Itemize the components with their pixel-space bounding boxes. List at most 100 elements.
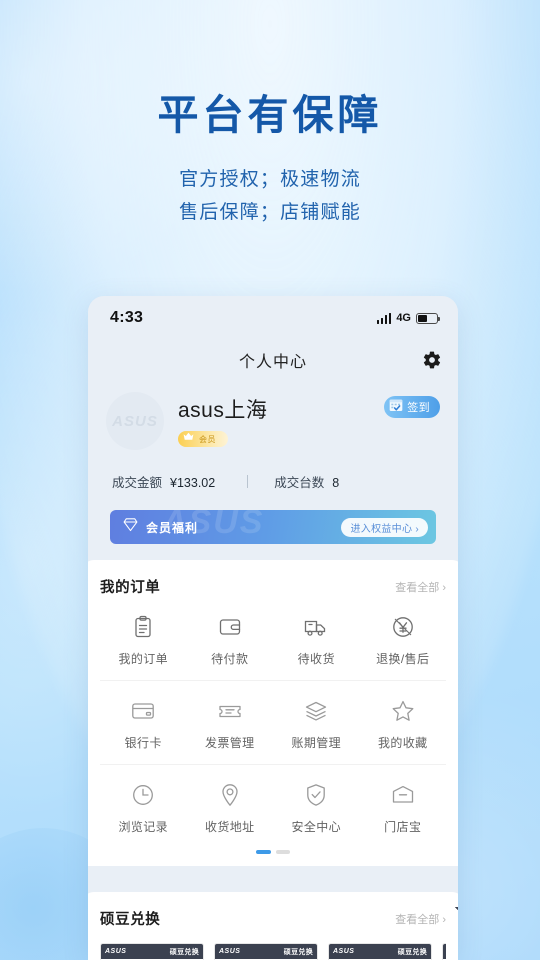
hero-subtitle: 官方授权；极速物流 售后保障；店铺赋能 bbox=[0, 163, 540, 230]
grid-label: 账期管理 bbox=[291, 736, 342, 750]
grid-label: 安全中心 bbox=[291, 820, 342, 834]
grid-label: 待付款 bbox=[211, 652, 249, 666]
orders-grid-row-2: 银行卡 发票管理 账期管理 我的收藏 bbox=[100, 681, 446, 765]
layers-icon bbox=[303, 698, 329, 724]
stat-count-label: 成交台数 bbox=[274, 475, 325, 490]
clipboard-icon bbox=[130, 614, 156, 640]
grid-item-invoice-management[interactable]: 发票管理 bbox=[187, 681, 274, 764]
member-benefits-banner[interactable]: 会员福利 进入权益中心 › bbox=[110, 510, 436, 544]
my-orders-header: 我的订单 查看全部 › bbox=[100, 576, 446, 597]
brand-logo: ASUS bbox=[333, 948, 355, 955]
phone-mockup: 4:33 4G 个人中心 ASUS asus上海 会员 签到 成交金额 ¥133… bbox=[88, 296, 458, 960]
grid-item-pending-payment[interactable]: 待付款 bbox=[187, 597, 274, 680]
status-bar-indicators: 4G bbox=[376, 312, 441, 324]
shield-check-icon bbox=[303, 782, 329, 808]
location-pin-icon bbox=[217, 782, 243, 808]
status-bar: 4:33 4G bbox=[88, 296, 458, 340]
star-icon bbox=[390, 698, 416, 724]
page-title: 个人中心 bbox=[238, 354, 307, 371]
grid-label: 收货地址 bbox=[204, 820, 255, 834]
level-badge: 会员 bbox=[178, 431, 228, 447]
grid-item-shipping-address[interactable]: 收货地址 bbox=[187, 765, 274, 848]
stat-amount-value: ¥133.02 bbox=[170, 475, 216, 490]
product-card[interactable]: ASUS 硕豆兑换 bbox=[442, 907, 458, 960]
grid-label: 我的订单 bbox=[118, 652, 169, 666]
signal-bars-icon bbox=[376, 312, 392, 324]
stats-divider bbox=[247, 474, 249, 488]
grid-item-pending-delivery[interactable]: 待收货 bbox=[273, 597, 360, 680]
yen-refund-icon bbox=[390, 614, 416, 640]
hero-subtitle-line-1: 官方授权；极速物流 bbox=[179, 169, 361, 191]
grid-item-my-favorites[interactable]: 我的收藏 bbox=[360, 681, 447, 764]
product-card[interactable]: ASUS 硕豆兑换 bbox=[214, 907, 458, 960]
product-tag: 硕豆兑换 bbox=[169, 948, 199, 956]
truck-icon bbox=[303, 614, 329, 640]
pagination-dot[interactable] bbox=[276, 850, 290, 854]
invoice-ticket-icon bbox=[217, 698, 243, 724]
member-banner-label: 会员福利 bbox=[146, 520, 199, 535]
stat-amount-label: 成交金额 bbox=[112, 475, 163, 490]
product-tag: 硕豆兑换 bbox=[397, 948, 427, 956]
grid-label: 我的收藏 bbox=[377, 736, 428, 750]
grid-item-my-orders[interactable]: 我的订单 bbox=[100, 597, 187, 680]
grid-label: 发票管理 bbox=[204, 736, 255, 750]
status-bar-time: 4:33 bbox=[110, 309, 144, 326]
pagination-dot-active[interactable] bbox=[256, 850, 271, 854]
product-card-header: ASUS 硕豆兑换 bbox=[215, 944, 317, 959]
clock-icon bbox=[130, 782, 156, 808]
network-type-label: 4G bbox=[396, 312, 411, 324]
product-card-header: ASUS 硕豆兑换 bbox=[443, 944, 446, 959]
product-card[interactable]: ASUS 硕豆兑换 bbox=[328, 907, 458, 960]
grid-item-billing-period[interactable]: 账期管理 bbox=[273, 681, 360, 764]
grid-item-store-treasure[interactable]: 门店宝 bbox=[360, 765, 447, 848]
level-badge-label: 会员 bbox=[199, 434, 216, 444]
grid-item-security-center[interactable]: 安全中心 bbox=[273, 765, 360, 848]
stats-row: 成交金额 ¥133.02 成交台数 8 bbox=[88, 466, 458, 496]
hero-subtitle-line-2: 售后保障；店铺赋能 bbox=[179, 202, 361, 224]
bean-exchange-title: 硕豆兑换 bbox=[100, 912, 161, 928]
signin-button[interactable]: 签到 bbox=[384, 396, 440, 418]
grid-item-refund-aftersales[interactable]: 退换/售后 bbox=[360, 597, 447, 680]
stat-count: 成交台数 8 bbox=[274, 472, 339, 491]
my-orders-title: 我的订单 bbox=[100, 580, 161, 596]
bean-exchange-view-all-link[interactable]: 查看全部 › bbox=[395, 911, 446, 927]
brand-logo: ASUS bbox=[105, 948, 127, 955]
grid-item-bank-card[interactable]: 银行卡 bbox=[100, 681, 187, 764]
member-banner-left: 会员福利 bbox=[122, 516, 198, 538]
profile-section: ASUS asus上海 会员 签到 bbox=[88, 380, 458, 450]
user-name: asus上海 bbox=[178, 399, 268, 422]
profile-info: asus上海 会员 bbox=[164, 392, 384, 448]
grid-label: 银行卡 bbox=[124, 736, 162, 750]
grid-label: 门店宝 bbox=[384, 820, 422, 834]
orders-grid-row-1: 我的订单 待付款 待收货 退换/售后 bbox=[100, 597, 446, 681]
product-list[interactable]: ASUS 硕豆兑换 ASUS 硕豆兑换 ASUS 硕豆兑换 bbox=[100, 907, 458, 960]
gear-icon[interactable] bbox=[422, 350, 442, 370]
signin-label: 签到 bbox=[407, 402, 430, 414]
crown-icon bbox=[182, 430, 195, 448]
my-orders-view-all-link[interactable]: 查看全部 › bbox=[395, 579, 446, 595]
grid-label: 退换/售后 bbox=[376, 652, 430, 666]
grid-label: 浏览记录 bbox=[118, 820, 169, 834]
battery-icon bbox=[416, 312, 441, 324]
bank-card-icon bbox=[130, 698, 156, 724]
brand-logo: ASUS bbox=[219, 948, 241, 955]
hero-section: 平台有保障 官方授权；极速物流 售后保障；店铺赋能 bbox=[0, 92, 540, 230]
product-card[interactable]: ASUS 硕豆兑换 bbox=[100, 907, 458, 960]
bean-exchange-card: 硕豆兑换 查看全部 › ASUS 硕豆兑换 ASUS 硕豆兑换 ASUS 硕豆兑… bbox=[88, 892, 458, 960]
product-tag: 硕豆兑换 bbox=[283, 948, 313, 956]
bean-exchange-header: 硕豆兑换 查看全部 › bbox=[100, 908, 446, 929]
hero-title: 平台有保障 bbox=[157, 92, 383, 138]
store-icon bbox=[390, 782, 416, 808]
my-orders-card: 我的订单 查看全部 › 我的订单 待付款 待收货 退换/售后 银行卡 发票管理 … bbox=[88, 560, 458, 866]
calendar-check-icon bbox=[388, 397, 404, 418]
nav-bar: 个人中心 bbox=[88, 340, 458, 380]
grid-label: 待收货 bbox=[297, 652, 335, 666]
wallet-icon bbox=[217, 614, 243, 640]
orders-grid-row-3: 浏览记录 收货地址 安全中心 门店宝 bbox=[100, 765, 446, 848]
product-card-header: ASUS 硕豆兑换 bbox=[329, 944, 431, 959]
enter-benefits-center-button[interactable]: 进入权益中心 › bbox=[341, 517, 428, 537]
grid-item-browse-history[interactable]: 浏览记录 bbox=[100, 765, 187, 848]
stat-count-value: 8 bbox=[332, 475, 340, 490]
diamond-icon bbox=[122, 516, 139, 538]
avatar[interactable]: ASUS bbox=[106, 392, 164, 450]
